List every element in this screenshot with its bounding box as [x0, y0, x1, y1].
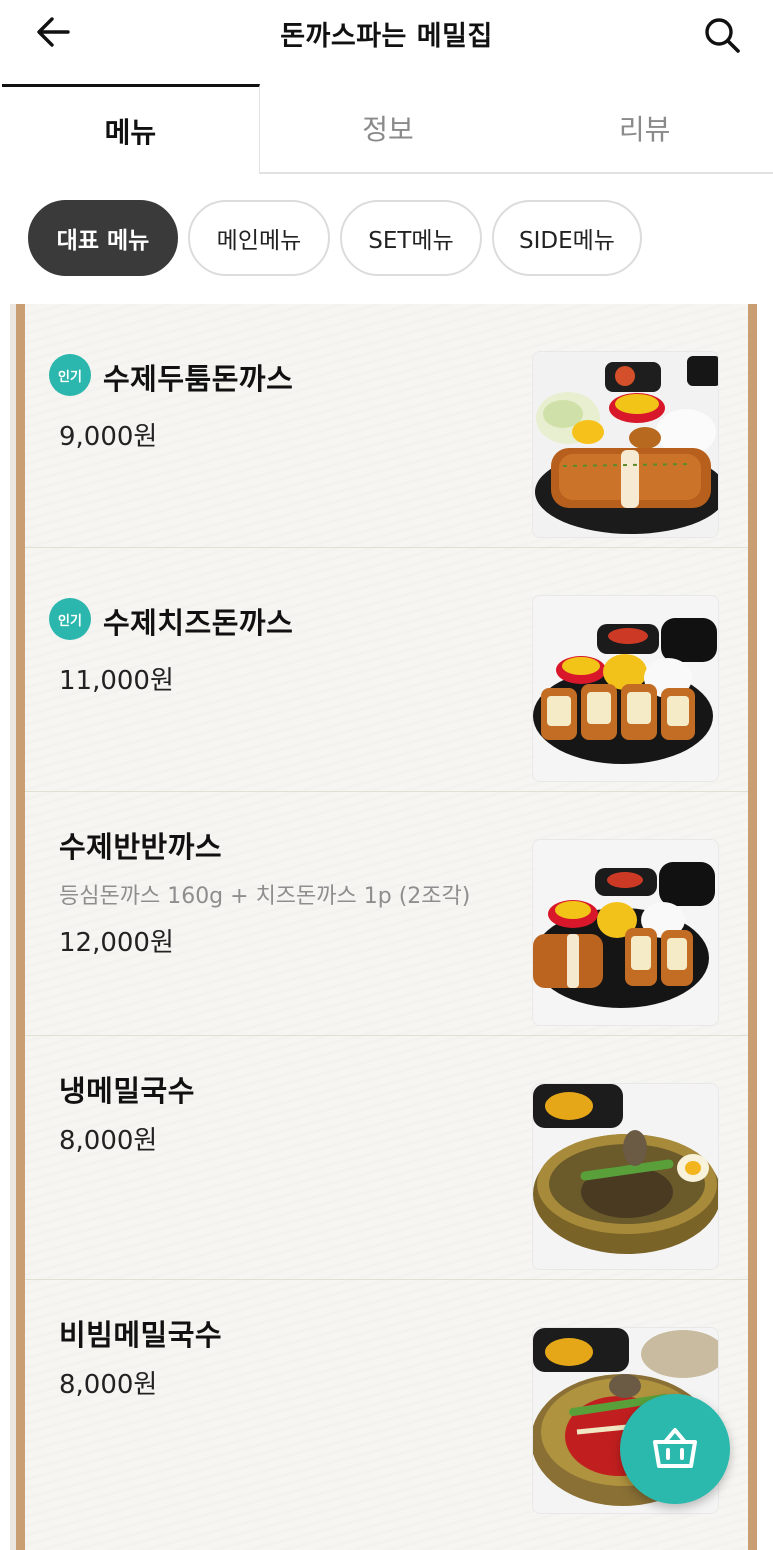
menu-item-name: 냉메밀국수: [59, 1074, 195, 1108]
cheese-cutlet-image: [532, 595, 719, 782]
pork-cutlet-image: [532, 351, 719, 538]
chip-set-menu[interactable]: SET메뉴: [340, 200, 482, 276]
menu-item[interactable]: 인기 수제치즈돈까스 11,000원: [25, 548, 748, 792]
menu-list: 인기 수제두툼돈까스 9,000원 인기 수제치즈돈까스 11,000원 수제반…: [10, 304, 757, 1550]
chip-side-menu[interactable]: SIDE메뉴: [492, 200, 642, 276]
cart-button[interactable]: [620, 1394, 730, 1504]
menu-item-name: 수제반반까스: [59, 830, 223, 864]
page-title: 돈까스파는 메밀집: [280, 21, 493, 52]
cold-noodles-image: [532, 1083, 719, 1270]
menu-item-price: 9,000원: [59, 422, 158, 452]
half-half-cutlet-image: [532, 839, 719, 1026]
tab-info[interactable]: 정보: [259, 84, 517, 174]
menu-item[interactable]: 인기 수제두툼돈까스 9,000원: [25, 304, 748, 548]
menu-item-name: 수제치즈돈까스: [103, 606, 294, 640]
menu-item[interactable]: 수제반반까스 등심돈까스 160g + 치즈돈까스 1p (2조각) 12,00…: [25, 792, 748, 1036]
chip-signature-menu[interactable]: 대표 메뉴: [28, 200, 178, 276]
basket-icon: [653, 1428, 697, 1468]
chip-main-menu[interactable]: 메인메뉴: [188, 200, 330, 276]
category-chips: 대표 메뉴 메인메뉴 SET메뉴 SIDE메뉴: [28, 200, 642, 276]
menu-item-price: 11,000원: [59, 666, 174, 696]
menu-item-name: 수제두툼돈까스: [103, 362, 294, 396]
tab-reviews[interactable]: 리뷰: [516, 84, 773, 174]
popular-badge: 인기: [49, 354, 91, 396]
tab-menu[interactable]: 메뉴: [2, 84, 260, 174]
popular-badge: 인기: [49, 598, 91, 640]
search-button[interactable]: [699, 12, 745, 58]
menu-item-name: 비빔메밀국수: [59, 1318, 223, 1352]
menu-item-price: 8,000원: [59, 1370, 158, 1400]
tab-bar: 메뉴 정보 리뷰: [0, 84, 773, 174]
menu-item-price: 8,000원: [59, 1126, 158, 1156]
search-icon: [705, 18, 740, 53]
menu-item-price: 12,000원: [59, 928, 174, 958]
menu-item[interactable]: 냉메밀국수 8,000원: [25, 1036, 748, 1280]
app-header: 돈까스파는 메밀집: [0, 0, 773, 84]
menu-item-description: 등심돈까스 160g + 치즈돈까스 1p (2조각): [59, 884, 471, 909]
